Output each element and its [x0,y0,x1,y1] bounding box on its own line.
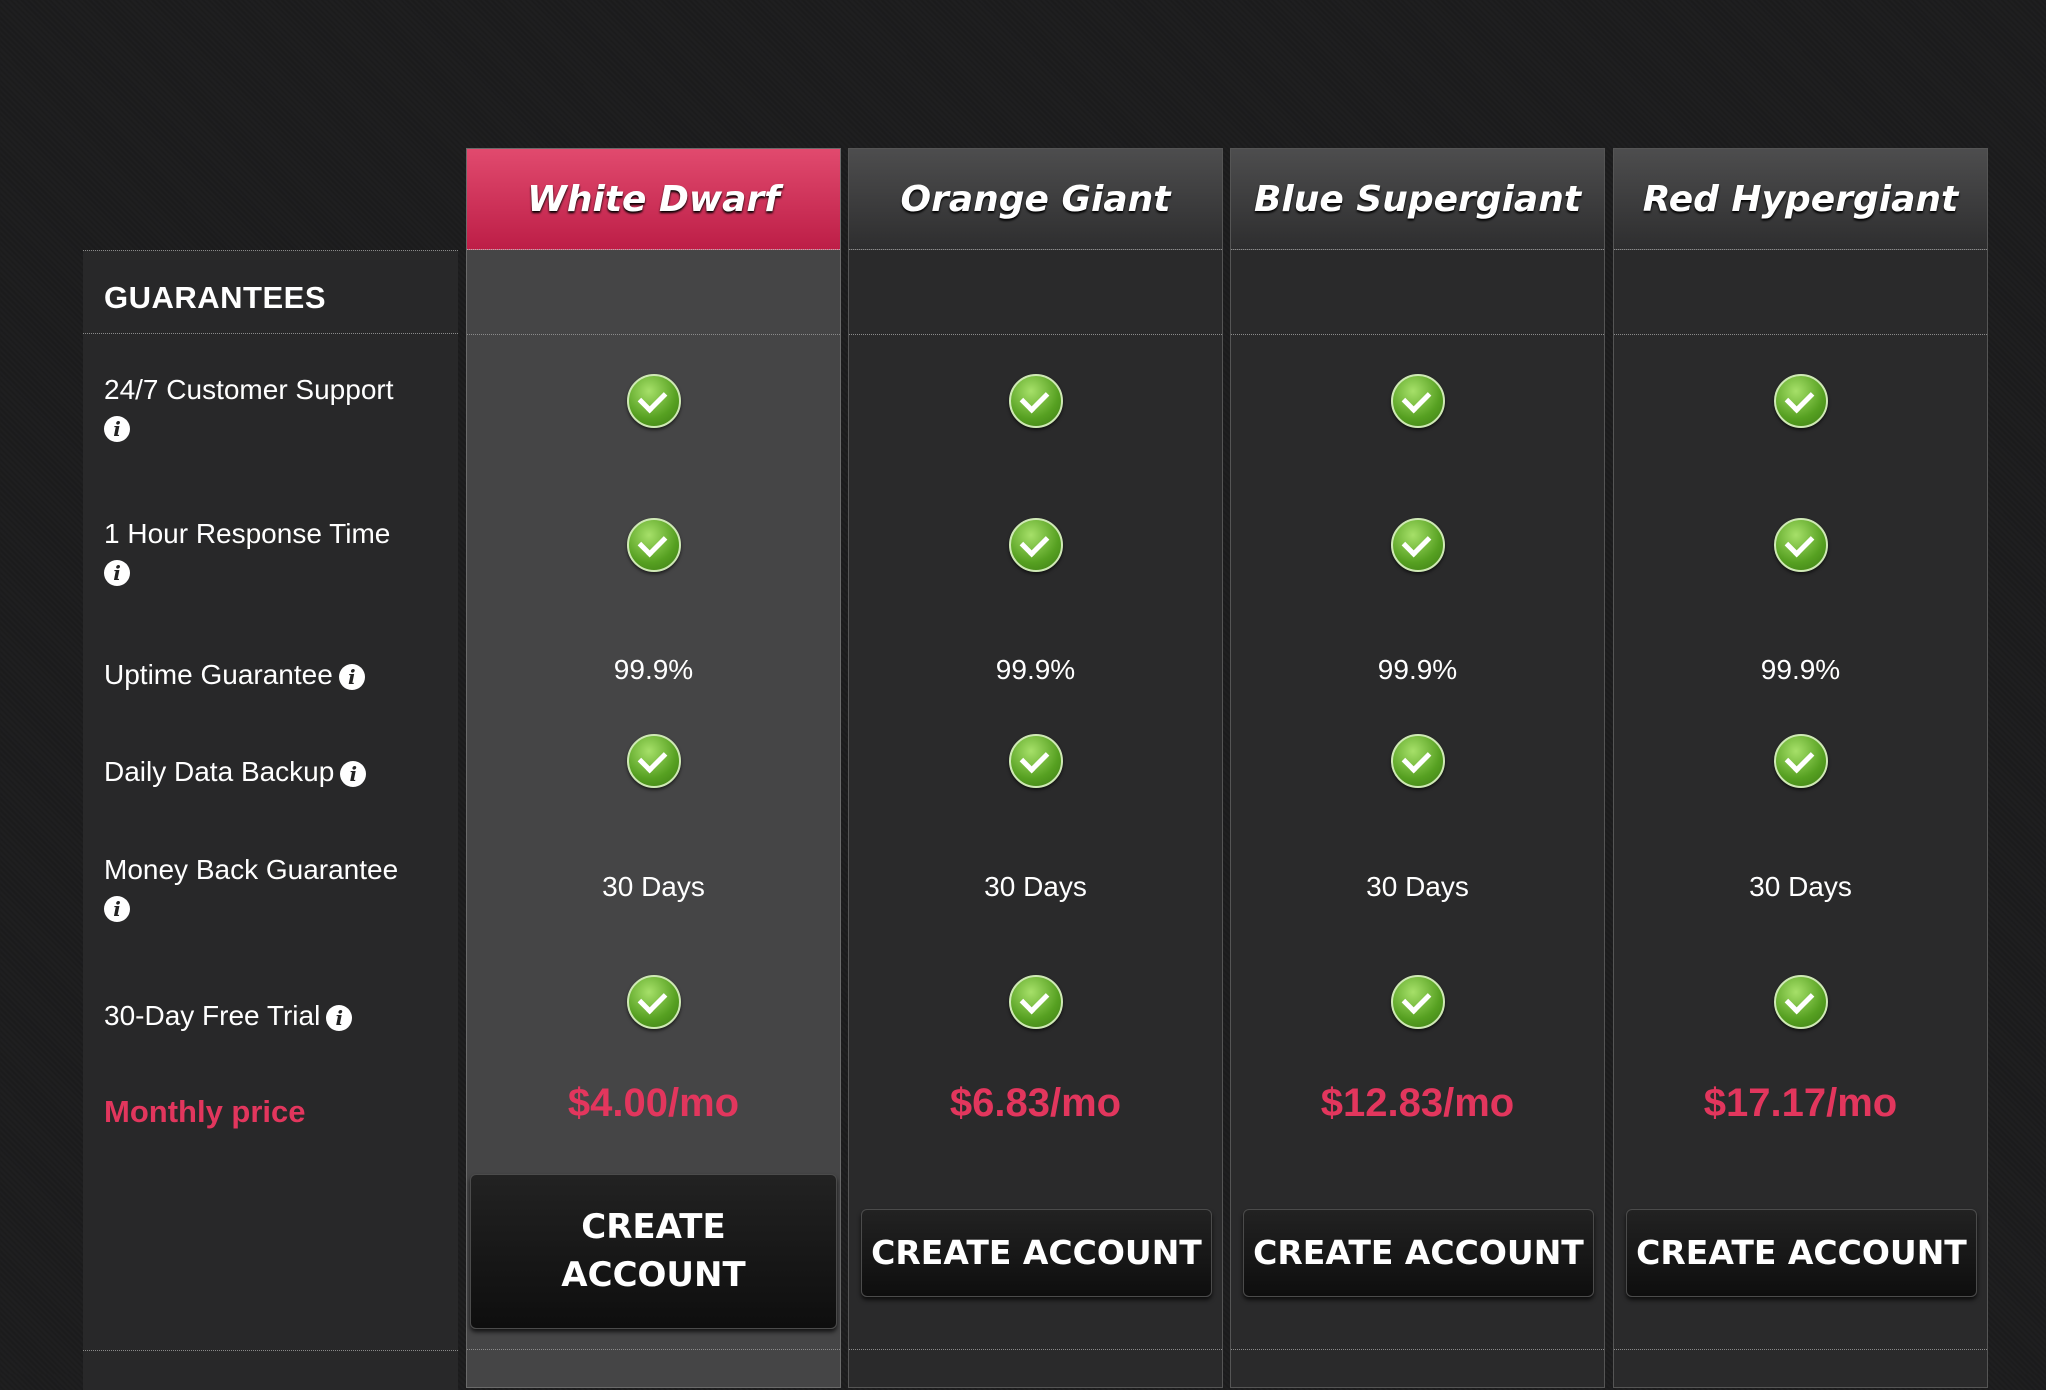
plan-column-orange-giant: Orange Giant 99.9% 30 Days $6.83/mo CREA… [848,148,1223,1388]
check-icon [1390,975,1445,1029]
divider [467,334,840,335]
divider [1231,334,1604,335]
plan-name: White Dwarf [467,149,840,250]
uptime-value: 99.9% [1760,654,1841,685]
money-back-value: 30 Days [602,871,705,902]
plan-name: Orange Giant [849,149,1222,250]
plan-column-red-hypergiant: Red Hypergiant 99.9% 30 Days $17.17/mo C… [1613,148,1988,1388]
check-icon [626,734,681,788]
feature-label-uptime: Uptime Guarantee i [104,655,365,695]
check-icon [1008,734,1063,788]
check-icon [626,975,681,1029]
feature-label-money-back: Money Back Guarantee i [104,850,398,922]
check-icon [1773,975,1828,1029]
create-account-button[interactable]: CREATE ACCOUNT [1243,1209,1594,1297]
info-icon[interactable]: i [104,416,130,442]
check-icon [1773,734,1828,788]
info-icon[interactable]: i [104,896,130,922]
divider [849,334,1222,335]
create-account-button[interactable]: CREATE ACCOUNT [1626,1209,1977,1297]
feature-label-text: 1 Hour Response Time [104,518,391,549]
money-back-value: 30 Days [984,871,1087,902]
check-icon [1773,374,1828,428]
info-icon[interactable]: i [338,663,365,690]
divider [1231,1349,1604,1350]
feature-label-customer-support: 24/7 Customer Support i [104,370,394,442]
section-title: GUARANTEES [104,280,327,315]
divider [83,1350,458,1351]
monthly-price-label: Monthly price [104,1094,306,1129]
info-icon[interactable]: i [104,560,130,586]
uptime-value: 99.9% [1377,654,1458,685]
feature-label-data-backup: Daily Data Backup i [104,752,367,792]
plan-column-white-dwarf: White Dwarf 99.9% 30 Days $4.00/mo CREAT… [466,148,841,1388]
money-back-value: 30 Days [1366,871,1469,902]
check-icon [1390,734,1445,788]
divider [1614,334,1987,335]
feature-labels-column: GUARANTEES 24/7 Customer Support i 1 Hou… [83,250,458,1390]
divider [849,1349,1222,1350]
feature-label-text: Uptime Guarantee [104,659,333,690]
create-account-button[interactable]: CREATE ACCOUNT [861,1209,1212,1297]
plan-column-blue-supergiant: Blue Supergiant 99.9% 30 Days $12.83/mo … [1230,148,1605,1388]
divider [83,250,458,251]
divider [83,333,458,334]
divider [467,1349,840,1350]
feature-label-text: Money Back Guarantee [104,854,399,885]
money-back-value: 30 Days [1749,871,1852,902]
plan-price: $17.17/mo [1703,1081,1898,1125]
plan-name: Red Hypergiant [1614,149,1987,250]
check-icon [1390,374,1445,428]
plan-price: $6.83/mo [949,1081,1122,1125]
feature-label-response-time: 1 Hour Response Time i [104,514,390,586]
check-icon [626,518,681,572]
feature-label-text: 30-Day Free Trial [104,1000,321,1031]
create-account-button[interactable]: CREATE ACCOUNT [470,1174,837,1329]
feature-label-text: 24/7 Customer Support [104,374,394,405]
check-icon [1390,518,1445,572]
info-icon[interactable]: i [326,1004,353,1031]
info-icon[interactable]: i [340,760,367,787]
plan-name: Blue Supergiant [1231,149,1604,250]
plan-price: $12.83/mo [1320,1081,1515,1125]
uptime-value: 99.9% [995,654,1076,685]
feature-label-free-trial: 30-Day Free Trial i [104,996,353,1036]
feature-label-text: Daily Data Backup [104,756,335,787]
check-icon [1008,518,1063,572]
check-icon [626,374,681,428]
check-icon [1008,374,1063,428]
uptime-value: 99.9% [613,654,694,685]
check-icon [1773,518,1828,572]
check-icon [1008,975,1063,1029]
divider [1614,1349,1987,1350]
plan-price: $4.00/mo [567,1081,740,1125]
